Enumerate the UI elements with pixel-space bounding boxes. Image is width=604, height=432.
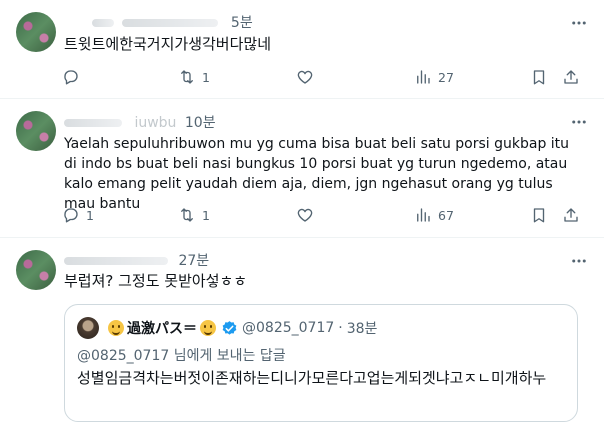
timestamp[interactable]: 5분 (231, 15, 253, 31)
tweet[interactable]: 5분 트윗트에한국거지가생각버다많네 1 27 (0, 0, 604, 98)
views-icon (417, 208, 430, 222)
tweet[interactable]: iuwbu 10분 Yaelah sepuluhribuwon mu yg cu… (0, 99, 604, 237)
quote-user-handle[interactable]: @0825_0717 (242, 320, 334, 336)
timestamp[interactable]: 10분 (185, 115, 216, 131)
quote-text: 성별임금격차는버젓이존재하는디니가모른다고업는게되겟냐고ㅈㄴ미개하누 (77, 369, 547, 387)
retweet-count: 1 (202, 69, 210, 85)
reply-count: 1 (86, 207, 94, 223)
avatar[interactable] (16, 250, 56, 290)
tweet[interactable]: 27분 부럽져? 그정도 못받아섷ㅎㅎ 過激パス＝ @0825_0717 · 3… (0, 238, 604, 432)
more-horizontal-icon[interactable] (570, 113, 588, 131)
bookmark-button[interactable] (530, 66, 548, 88)
views-button[interactable]: 67 (414, 204, 454, 226)
user-handle[interactable] (122, 19, 219, 27)
share-icon (564, 70, 578, 84)
retweet-count: 1 (202, 207, 210, 223)
more-horizontal-icon[interactable] (570, 14, 588, 32)
retweet-button[interactable]: 1 (178, 66, 210, 88)
reply-button[interactable]: 1 (62, 204, 94, 226)
views-count: 67 (438, 207, 454, 223)
views-button[interactable]: 27 (414, 66, 454, 88)
tweet-text: 트윗트에한국거지가생각버다많네 (64, 35, 272, 53)
action-bar: 1 27 (54, 66, 588, 88)
quote-reply-to: @0825_0717 님에게 보내는 답글 (77, 348, 286, 364)
views-icon (417, 70, 430, 84)
like-button[interactable] (296, 66, 320, 88)
quote-dot: · (338, 320, 343, 336)
retweet-icon (181, 208, 193, 222)
user-handle-fragment[interactable]: iuwbu (134, 115, 176, 131)
bookmark-button[interactable] (530, 204, 548, 226)
bookmark-icon (533, 70, 545, 85)
action-bar: 1 1 67 (54, 204, 588, 226)
retweet-button[interactable]: 1 (178, 204, 210, 226)
bookmark-icon (533, 208, 545, 223)
quoted-tweet[interactable]: 過激パス＝ @0825_0717 · 38분 @0825_0717 님에게 보내… (64, 304, 578, 422)
smiley-emoji-icon (108, 320, 124, 336)
quote-timestamp[interactable]: 38분 (347, 318, 378, 338)
tweet-meta: iuwbu 10분 (64, 112, 216, 132)
user-name[interactable] (64, 257, 168, 265)
user-name[interactable] (92, 19, 114, 27)
reply-icon (64, 208, 78, 223)
tweet-text: Yaelah sepuluhribuwon mu yg cuma bisa bu… (64, 136, 570, 212)
verified-badge-icon (222, 320, 237, 335)
quote-avatar[interactable] (77, 317, 99, 339)
views-count: 27 (438, 69, 454, 85)
tweet-meta: 27분 (64, 250, 209, 270)
reply-button[interactable] (62, 66, 86, 88)
timestamp[interactable]: 27분 (178, 253, 209, 269)
quote-user-name[interactable]: 過激パス＝ (127, 318, 197, 338)
user-name[interactable] (64, 119, 122, 127)
avatar[interactable] (16, 111, 56, 151)
like-button[interactable] (296, 204, 320, 226)
avatar[interactable] (16, 12, 56, 52)
heart-icon (297, 70, 313, 84)
tweet-meta: 5분 (64, 12, 253, 32)
smiley-emoji-icon (200, 320, 216, 336)
quote-header: 過激パス＝ @0825_0717 · 38분 (77, 317, 377, 339)
retweet-icon (181, 70, 193, 84)
share-button[interactable] (562, 66, 580, 88)
reply-icon (64, 70, 78, 85)
tweet-text: 부럽져? 그정도 못받아섷ㅎㅎ (64, 272, 248, 290)
heart-icon (297, 208, 313, 222)
more-horizontal-icon[interactable] (570, 252, 588, 270)
share-button[interactable] (562, 204, 580, 226)
share-icon (564, 208, 578, 222)
